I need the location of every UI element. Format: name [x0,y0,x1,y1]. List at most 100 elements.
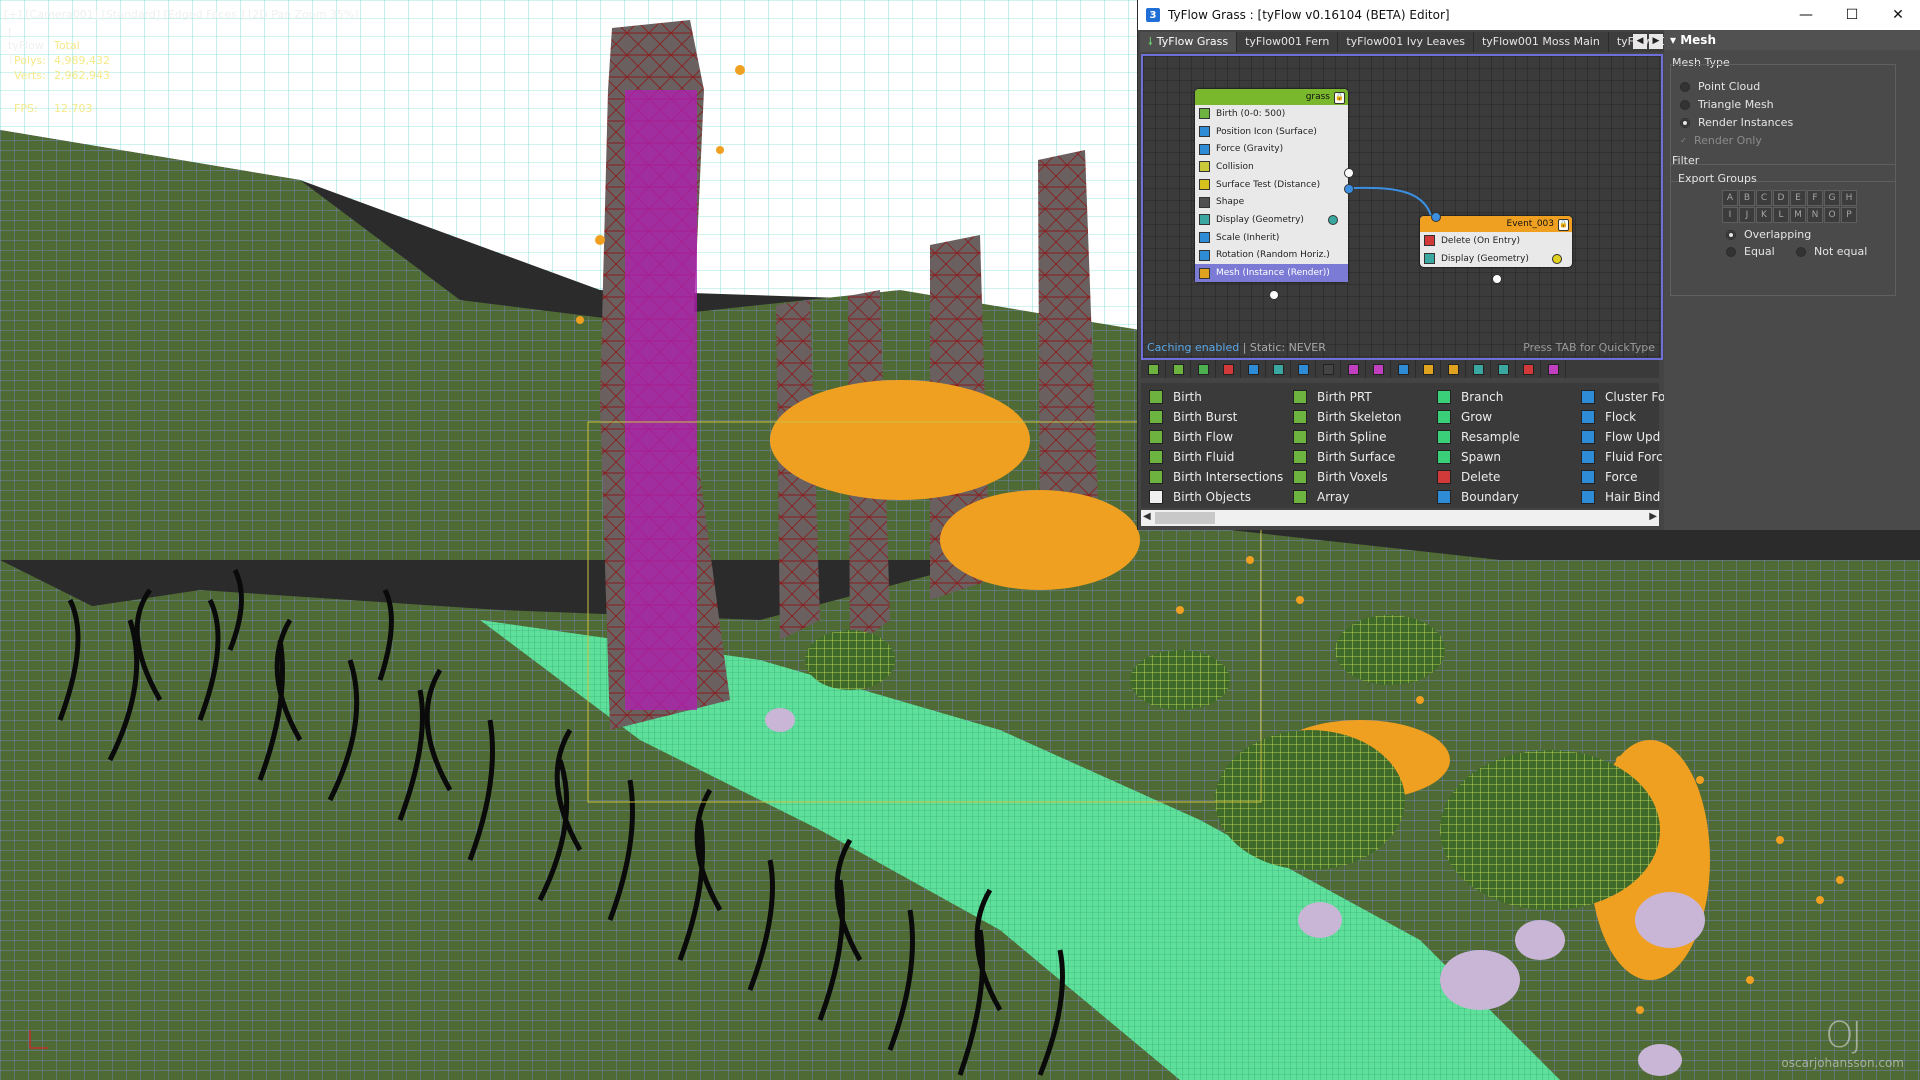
tab-tyflow001-ivy-leaves[interactable]: tyFlow001 Ivy Leaves [1338,32,1474,52]
palette-item-birth-objects[interactable]: Birth Objects [1149,487,1283,507]
input-port[interactable] [1269,290,1279,300]
radio-not-equal[interactable]: Not equal [1796,245,1867,258]
category-filter-button-7[interactable] [1291,360,1316,378]
export-group-b[interactable]: B [1739,190,1755,206]
export-group-h[interactable]: H [1841,190,1857,206]
palette-item-flock[interactable]: Flock [1581,407,1665,427]
palette-item-array[interactable]: Array [1293,487,1402,507]
palette-item-birth-spline[interactable]: Birth Spline [1293,427,1402,447]
palette-item-grow[interactable]: Grow [1437,407,1520,427]
palette-horizontal-scrollbar[interactable]: ◀ ▶ [1141,510,1659,526]
category-filter-button-10[interactable] [1366,360,1391,378]
lock-icon[interactable]: 🔒 [1558,219,1569,231]
category-filter-button-6[interactable] [1266,360,1291,378]
category-filter-button-9[interactable] [1341,360,1366,378]
palette-item-flow-upd[interactable]: Flow Upd [1581,427,1665,447]
tab-scroll-left-button[interactable]: ◀ [1633,34,1647,49]
palette-item-birth-flow[interactable]: Birth Flow [1149,427,1283,447]
operator-rotation-random-horiz[interactable]: Rotation (Random Horiz.) [1195,247,1348,265]
tab-tyflow-grass[interactable]: 🠗 TyFlow Grass [1140,32,1238,52]
display-color-swatch[interactable] [1328,214,1338,225]
export-group-j[interactable]: J [1739,207,1755,223]
palette-item-spawn[interactable]: Spawn [1437,447,1520,467]
rollout-header-mesh[interactable]: ▾ Mesh [1664,30,1920,50]
category-filter-button-13[interactable] [1441,360,1466,378]
operator-display-geometry[interactable]: Display (Geometry) [1195,211,1348,229]
category-filter-button-2[interactable] [1166,360,1191,378]
palette-item-birth-skeleton[interactable]: Birth Skeleton [1293,407,1402,427]
palette-item-force[interactable]: Force [1581,467,1665,487]
scrollbar-thumb[interactable] [1155,512,1215,524]
operator-surface-test-distance[interactable]: Surface Test (Distance) [1195,176,1348,194]
category-filter-button-17[interactable] [1541,360,1566,378]
operator-delete-on-entry[interactable]: Delete (On Entry) [1420,232,1572,250]
export-group-m[interactable]: M [1790,207,1806,223]
category-filter-button-3[interactable] [1191,360,1216,378]
node-header-event-003[interactable]: Event_003 🔒 [1420,216,1572,232]
category-filter-button-1[interactable] [1141,360,1166,378]
title-bar[interactable]: 3 TyFlow Grass : [tyFlow v0.16104 (BETA)… [1138,0,1920,30]
palette-item-birth-voxels[interactable]: Birth Voxels [1293,467,1402,487]
close-button[interactable]: ✕ [1875,0,1920,30]
operator-force-gravity[interactable]: Force (Gravity) [1195,140,1348,158]
category-filter-button-4[interactable] [1216,360,1241,378]
palette-item-birth-intersections[interactable]: Birth Intersections [1149,467,1283,487]
tab-scroll-right-button[interactable]: ▶ [1649,34,1663,49]
category-filter-button-8[interactable] [1316,360,1341,378]
scroll-right-arrow-icon[interactable]: ▶ [1649,511,1657,522]
tab-tyflow001-moss-main[interactable]: tyFlow001 Moss Main [1473,32,1609,52]
operator-birth-0-0-500[interactable]: Birth (0-0: 500) [1195,105,1348,123]
scroll-left-arrow-icon[interactable]: ◀ [1143,511,1151,522]
palette-item-birth[interactable]: Birth [1149,387,1283,407]
export-group-k[interactable]: K [1756,207,1772,223]
output-port[interactable] [1492,274,1502,284]
export-group-l[interactable]: L [1773,207,1789,223]
operator-mesh-instance-render[interactable]: Mesh (Instance (Render)) [1195,264,1348,282]
palette-item-birth-fluid[interactable]: Birth Fluid [1149,447,1283,467]
node-header-grass[interactable]: grass 🔒 [1195,89,1348,105]
category-filter-button-15[interactable] [1491,360,1516,378]
palette-item-birth-prt[interactable]: Birth PRT [1293,387,1402,407]
viewport-label[interactable]: [+] [Camera001] [Standard] [Edged Faces … [4,8,359,21]
radio-triangle-mesh[interactable]: Triangle Mesh [1680,98,1774,111]
event-node-grass[interactable]: grass 🔒 Birth (0-0: 500) Position Icon (Su… [1195,89,1348,282]
category-filter-button-16[interactable] [1516,360,1541,378]
tab-tyflow001-fern[interactable]: tyFlow001 Fern [1237,32,1339,52]
export-group-g[interactable]: G [1824,190,1840,206]
export-group-n[interactable]: N [1807,207,1823,223]
export-group-i[interactable]: I [1722,207,1738,223]
operator-collision[interactable]: Collision [1195,158,1348,176]
display-color-swatch[interactable] [1552,253,1562,264]
export-group-p[interactable]: P [1841,207,1857,223]
maximize-button[interactable]: ☐ [1829,0,1875,30]
operator-display-geometry[interactable]: Display (Geometry) [1420,250,1572,268]
palette-item-hair-bind[interactable]: Hair Bind [1581,487,1665,507]
output-port[interactable] [1344,168,1354,178]
category-filter-button-11[interactable] [1391,360,1416,378]
operator-position-icon-surface[interactable]: Position Icon (Surface) [1195,123,1348,141]
operator-shape[interactable]: Shape [1195,193,1348,211]
category-filter-button-12[interactable] [1416,360,1441,378]
palette-item-cluster-fo[interactable]: Cluster Fo [1581,387,1665,407]
export-group-e[interactable]: E [1790,190,1806,206]
lock-icon[interactable]: 🔒 [1334,92,1345,104]
output-port-connected[interactable] [1344,184,1354,194]
radio-render-instances[interactable]: Render Instances [1680,116,1793,129]
export-group-o[interactable]: O [1824,207,1840,223]
render-only-checkbox[interactable]: ✓ Render Only [1680,134,1762,147]
input-port-connected[interactable] [1431,212,1441,222]
radio-overlapping[interactable]: Overlapping [1726,228,1811,241]
category-filter-button-5[interactable] [1241,360,1266,378]
palette-item-delete[interactable]: Delete [1437,467,1520,487]
palette-item-boundary[interactable]: Boundary [1437,487,1520,507]
operator-scale-inherit[interactable]: Scale (Inherit) [1195,229,1348,247]
collapse-icon[interactable]: ▾ [1670,33,1676,47]
export-group-f[interactable]: F [1807,190,1823,206]
palette-item-branch[interactable]: Branch [1437,387,1520,407]
radio-equal[interactable]: Equal [1726,245,1775,258]
minimize-button[interactable]: — [1783,0,1829,30]
export-group-a[interactable]: A [1722,190,1738,206]
event-node-event-003[interactable]: Event_003 🔒 Delete (On Entry) Display (Geo… [1420,216,1572,268]
export-group-d[interactable]: D [1773,190,1789,206]
category-filter-button-14[interactable] [1466,360,1491,378]
